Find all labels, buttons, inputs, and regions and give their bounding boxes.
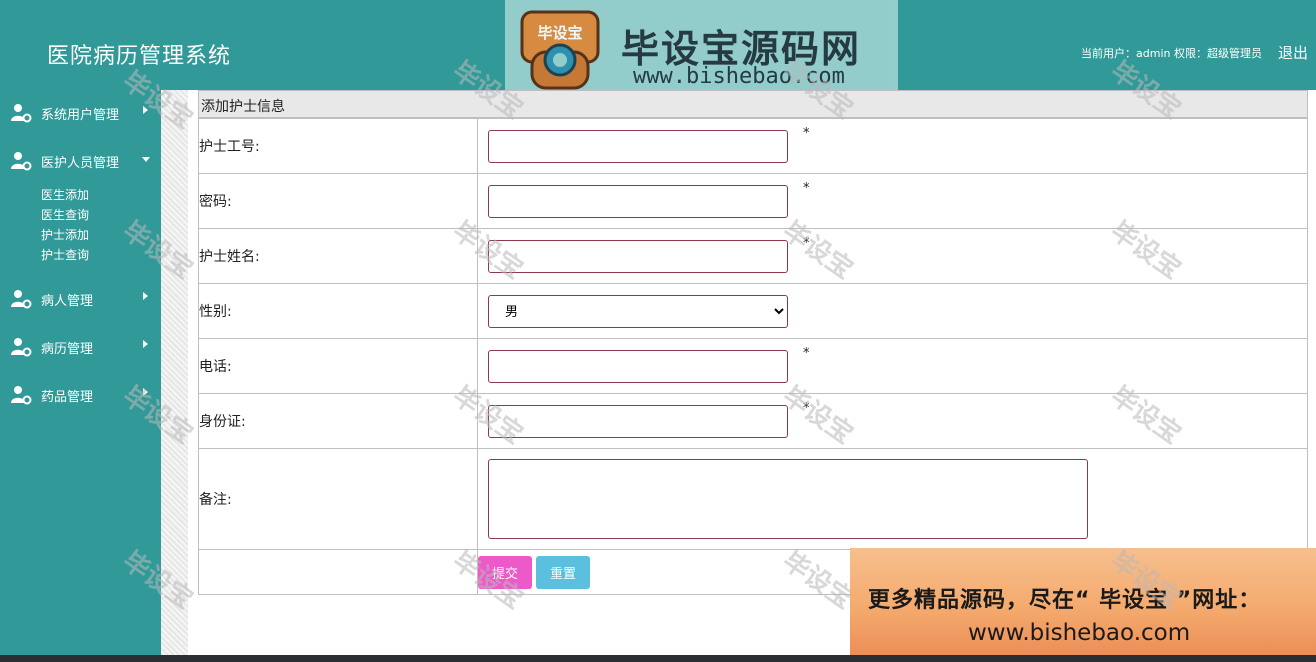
sidebar-item-label: 医护人员管理 bbox=[41, 156, 120, 171]
sidebar-subitem-doctor-add[interactable]: 医生添加 bbox=[41, 186, 89, 203]
current-user-info: 当前用户：admin 权限：超级管理员 bbox=[1081, 47, 1262, 60]
form-row: 密码: * bbox=[198, 173, 1308, 229]
required-mark: * bbox=[803, 346, 810, 361]
password-label: 密码: bbox=[199, 194, 232, 210]
nurse-id-input[interactable] bbox=[488, 130, 788, 163]
logo-url-text: www.bishebao.com bbox=[633, 64, 845, 89]
password-input[interactable] bbox=[488, 185, 788, 218]
user-gear-icon bbox=[11, 386, 32, 405]
site-logo-banner: 毕设宝 毕设宝源码网 www.bishebao.com bbox=[505, 0, 898, 103]
form-title: 添加护士信息 bbox=[201, 99, 285, 115]
chevron-right-icon bbox=[143, 340, 148, 348]
form-row: 护士工号: * bbox=[198, 118, 1308, 174]
sidebar-item-label: 系统用户管理 bbox=[41, 108, 120, 123]
user-gear-icon bbox=[11, 290, 32, 309]
phone-input[interactable] bbox=[488, 350, 788, 383]
phone-label: 电话: bbox=[199, 359, 232, 375]
nurse-name-label: 护士姓名: bbox=[199, 249, 260, 265]
sidebar-item-label: 病历管理 bbox=[41, 342, 94, 357]
logo-badge-text: 毕设宝 bbox=[537, 24, 582, 42]
submit-button[interactable]: 提交 bbox=[478, 556, 532, 589]
id-card-input[interactable] bbox=[488, 405, 788, 438]
promo-banner: 更多精品源码，尽在“ 毕设宝 ”网址： www.bishebao.com bbox=[850, 548, 1316, 662]
required-mark: * bbox=[803, 126, 810, 141]
nurse-id-label: 护士工号: bbox=[199, 139, 260, 155]
sidebar-item-patients[interactable]: 病人管理 bbox=[0, 284, 161, 312]
sidebar-subitem-doctor-query[interactable]: 医生查询 bbox=[41, 206, 89, 223]
sidebar-subitem-nurse-query[interactable]: 护士查询 bbox=[41, 246, 89, 263]
sidebar-nav: 系统用户管理 医护人员管理 医生添加 医生查询 护士添加 护士查询 病人管理 病… bbox=[0, 90, 161, 662]
form-row: 护士姓名: * bbox=[198, 228, 1308, 284]
gender-select[interactable]: 男 bbox=[488, 295, 788, 328]
form-row: 身份证: * bbox=[198, 393, 1308, 449]
nurse-name-input[interactable] bbox=[488, 240, 788, 273]
sidebar-subitem-nurse-add[interactable]: 护士添加 bbox=[41, 226, 89, 243]
form-header: 添加护士信息 bbox=[198, 90, 1308, 118]
form-row: 性别: 男 bbox=[198, 283, 1308, 339]
sidebar-item-records[interactable]: 病历管理 bbox=[0, 332, 161, 360]
remark-textarea[interactable] bbox=[488, 459, 1088, 539]
sidebar-item-label: 药品管理 bbox=[41, 390, 94, 405]
form-row: 电话: * bbox=[198, 338, 1308, 394]
chevron-down-icon bbox=[142, 157, 150, 162]
promo-text: 更多精品源码，尽在“ 毕设宝 ”网址： bbox=[868, 588, 1262, 613]
taskbar-strip bbox=[0, 655, 1316, 662]
sidebar-item-system-users[interactable]: 系统用户管理 bbox=[0, 98, 161, 126]
chevron-right-icon bbox=[143, 388, 148, 396]
remark-label: 备注: bbox=[199, 492, 232, 508]
user-gear-icon bbox=[11, 104, 32, 123]
promo-url: www.bishebao.com bbox=[968, 620, 1191, 646]
app-title: 医院病历管理系统 bbox=[47, 44, 232, 69]
gender-label: 性别: bbox=[199, 304, 232, 320]
user-gear-icon bbox=[11, 152, 32, 171]
required-mark: * bbox=[803, 401, 810, 416]
reset-button[interactable]: 重置 bbox=[536, 556, 590, 589]
splitter-bar[interactable] bbox=[161, 90, 188, 655]
chevron-right-icon bbox=[143, 292, 148, 300]
chevron-right-icon bbox=[143, 106, 148, 114]
sidebar-item-label: 病人管理 bbox=[41, 294, 94, 309]
nurse-form-table: 护士工号: * 密码: * 护士姓名: * 性别: 男 电话: * 身份证: *… bbox=[198, 118, 1308, 595]
logout-link[interactable]: 退出 bbox=[1278, 42, 1308, 63]
sidebar-item-medicine[interactable]: 药品管理 bbox=[0, 380, 161, 408]
form-row: 备注: bbox=[198, 448, 1308, 550]
required-mark: * bbox=[803, 236, 810, 251]
id-card-label: 身份证: bbox=[199, 414, 246, 430]
required-mark: * bbox=[803, 181, 810, 196]
user-gear-icon bbox=[11, 338, 32, 357]
logo-badge-icon: 毕设宝 bbox=[520, 10, 600, 90]
sidebar-item-medical-staff[interactable]: 医护人员管理 bbox=[0, 146, 161, 174]
